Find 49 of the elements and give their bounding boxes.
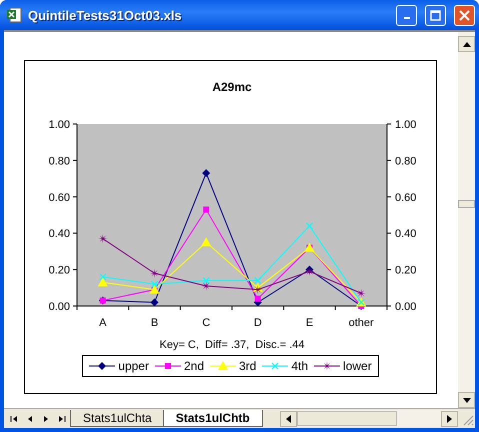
scroll-up-button[interactable] [458, 36, 475, 52]
legend-label: lower [343, 359, 372, 373]
tick-label: D [254, 317, 262, 329]
maximize-button[interactable] [425, 4, 446, 26]
legend-label: 4th [291, 359, 308, 373]
arrow-icon [462, 42, 470, 46]
arrow-icon [447, 414, 452, 422]
scroll-left-button[interactable] [280, 410, 297, 426]
legend-label: 2nd [184, 359, 204, 373]
scroll-down-button[interactable] [458, 392, 475, 408]
last-icon [57, 414, 67, 424]
close-icon [459, 10, 470, 20]
legend-label: upper [118, 359, 149, 373]
close-button[interactable] [454, 4, 475, 26]
chart-title: A29mc [212, 80, 252, 94]
sheet-tab[interactable]: Stats1ulChtb [162, 410, 263, 427]
arrow-icon [286, 414, 291, 422]
minimize-button[interactable] [396, 4, 417, 26]
tick-label: 0.60 [395, 192, 416, 204]
maximize-icon [430, 10, 441, 20]
tick-label: A [99, 317, 106, 329]
tick-label: 0.40 [48, 228, 70, 240]
axis-label: Key= C, Diff= .37, Disc.= .44 [160, 339, 304, 351]
vertical-scrollbar[interactable] [458, 32, 475, 408]
horizontal-scrollbar[interactable] [280, 410, 458, 427]
legend-label: 3rd [239, 359, 256, 373]
scroll-thumb[interactable] [297, 411, 397, 426]
first-icon [9, 414, 19, 424]
tick-label: 0.20 [395, 264, 416, 277]
scroll-thumb[interactable] [458, 200, 475, 208]
tick-label: 0.60 [48, 192, 70, 204]
tick-label: 0.80 [48, 155, 70, 168]
scroll-right-button[interactable] [441, 410, 458, 426]
tick-label: B [150, 317, 158, 329]
tick-label: 0.00 [395, 301, 416, 313]
tick-label: 0.00 [48, 301, 70, 313]
tick-label: E [306, 317, 314, 329]
minimize-icon [404, 17, 410, 19]
sheet-tab[interactable]: Stats1ulChta [70, 410, 165, 427]
tick-label: 0.80 [395, 155, 416, 168]
tick-label: C [202, 317, 210, 329]
tick-label: other [348, 317, 374, 329]
tick-label: 0.20 [48, 264, 70, 277]
spreadsheet-icon [6, 7, 22, 23]
window-title: QuintileTests31Oct03.xls [28, 8, 183, 22]
tick-label: 1.00 [48, 119, 70, 131]
arrow-icon [462, 398, 470, 402]
tick-label: 0.40 [395, 228, 416, 240]
tick-label: 1.00 [395, 119, 416, 131]
